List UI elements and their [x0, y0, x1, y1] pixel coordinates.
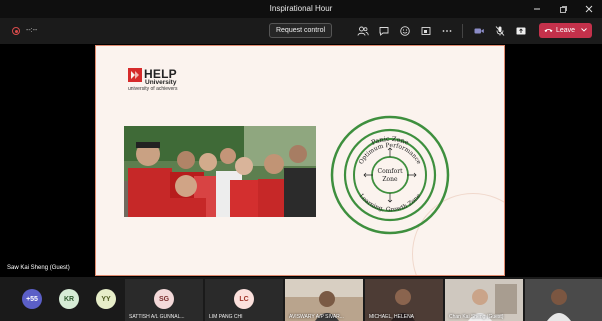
participant-name: SATTISH A/L GUNNAL... — [129, 314, 185, 320]
participant-video-tile[interactable] — [525, 279, 602, 321]
logo-tagline: university of achievers — [128, 86, 178, 92]
comfort-label: Comfort — [377, 168, 403, 175]
participant-video — [525, 279, 602, 321]
toolbar-divider — [462, 24, 463, 38]
active-speaker-name: Saw Kai Sheng (Guest) — [7, 265, 70, 271]
participant-initials: SG — [154, 289, 174, 309]
minimize-icon[interactable] — [526, 2, 548, 16]
participant-tile[interactable]: SG SATTISH A/L GUNNAL... — [125, 279, 203, 321]
leave-button[interactable]: Leave — [539, 23, 592, 38]
reactions-icon[interactable] — [398, 24, 412, 38]
zone-arrows — [363, 147, 417, 203]
more-options-icon[interactable] — [440, 24, 454, 38]
maximize-icon[interactable] — [552, 2, 574, 16]
meeting-toolbar: --:-- Request control Leave — [0, 18, 602, 44]
more-participants-badge[interactable]: +55 — [22, 289, 42, 309]
comfort-zone-diagram: Panic Zone Optimum Performance Comfort Z… — [330, 115, 450, 235]
logo-mark-icon — [128, 68, 142, 82]
chevron-down-icon[interactable] — [581, 27, 587, 34]
mic-muted-icon[interactable] — [493, 24, 507, 38]
phone-hangup-icon — [544, 27, 553, 35]
shared-content-stage: HELP University university of achievers — [0, 44, 602, 277]
participant-name: MICHAEL, HELENA — [369, 314, 415, 320]
participant-name: AVISWARY A/P SIVAR... — [289, 314, 344, 320]
share-screen-icon[interactable] — [514, 24, 528, 38]
request-control-button[interactable]: Request control — [269, 23, 332, 38]
recording-icon — [12, 27, 20, 35]
participant-video-tile[interactable]: AVISWARY A/P SIVAR... — [285, 279, 363, 321]
participant-name: LIM PANG CHI — [209, 314, 243, 320]
participants-icon[interactable] — [356, 24, 370, 38]
title-bar: Inspirational Hour — [0, 0, 602, 18]
participant-video-tile[interactable]: MICHAEL, HELENA — [365, 279, 443, 321]
participant-name: Chan Kai Sheng (Guest) — [449, 314, 504, 320]
logo-university: University — [145, 79, 177, 86]
zone-label: Zone — [382, 176, 398, 183]
leave-label: Leave — [556, 27, 576, 34]
participant-tile[interactable]: LC LIM PANG CHI — [205, 279, 283, 321]
presentation-slide: HELP University university of achievers — [95, 45, 505, 276]
camera-icon[interactable] — [472, 24, 486, 38]
window-title: Inspirational Hour — [269, 4, 333, 13]
participant-video-tile[interactable]: Chan Kai Sheng (Guest) — [445, 279, 523, 321]
participant-initials: LC — [234, 289, 254, 309]
view-icon[interactable] — [419, 24, 433, 38]
group-photo — [124, 126, 316, 217]
participant-avatar[interactable]: KR — [59, 289, 79, 309]
participant-avatar[interactable]: YY — [96, 289, 116, 309]
close-icon[interactable] — [578, 2, 600, 16]
participant-gallery: +55 KR YY SG SATTISH A/L GUNNAL... LC LI… — [0, 277, 602, 321]
meeting-timer: --:-- — [26, 27, 38, 34]
chat-icon[interactable] — [377, 24, 391, 38]
